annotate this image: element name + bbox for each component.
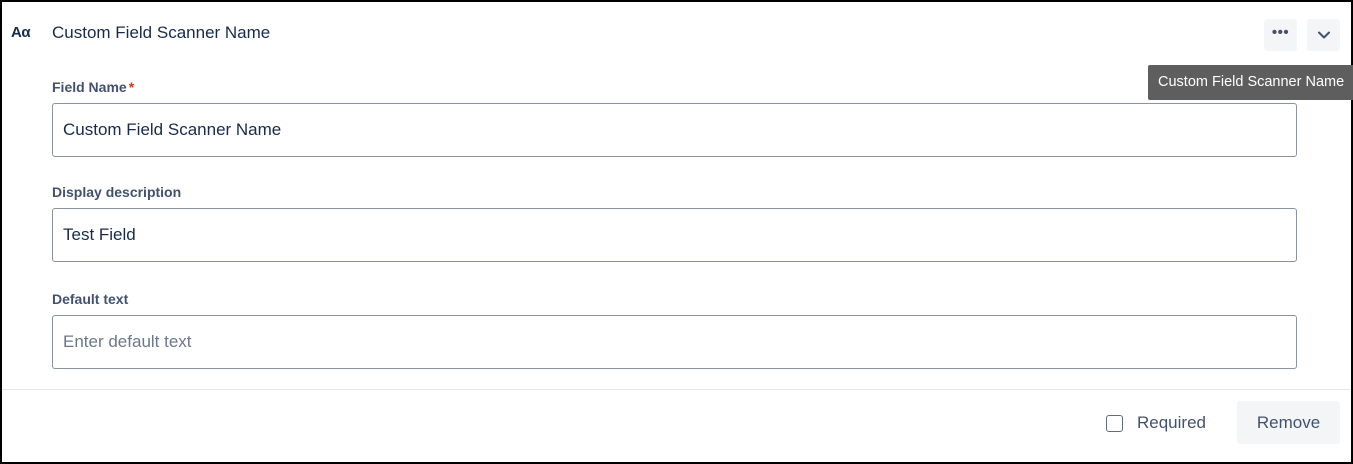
default-text-label: Default text — [52, 291, 129, 307]
remove-button[interactable]: Remove — [1237, 401, 1340, 444]
required-checkbox[interactable] — [1106, 415, 1123, 432]
custom-field-card: Aα Custom Field Scanner Name ••• Custom … — [0, 0, 1353, 464]
more-icon: ••• — [1271, 23, 1290, 41]
default-text-input[interactable]: Enter default text — [52, 315, 1297, 369]
default-text-placeholder: Enter default text — [63, 332, 192, 351]
card-title: Custom Field Scanner Name — [52, 23, 271, 42]
more-actions-button[interactable]: ••• — [1264, 19, 1297, 51]
tooltip: Custom Field Scanner Name — [1148, 65, 1353, 100]
chevron-down-icon — [1317, 31, 1330, 39]
field-name-label-text: Field Name — [52, 79, 127, 95]
field-name-label: Field Name * — [52, 79, 134, 95]
text-type-icon: Aα — [11, 24, 31, 41]
card-header: Aα Custom Field Scanner Name ••• — [2, 2, 1351, 66]
required-label[interactable]: Required — [1137, 413, 1206, 433]
display-description-input[interactable]: Test Field — [52, 208, 1297, 262]
footer-divider — [2, 389, 1351, 390]
field-name-value: Custom Field Scanner Name — [63, 120, 282, 139]
display-description-value: Test Field — [63, 225, 136, 244]
collapse-button[interactable] — [1307, 19, 1340, 51]
display-description-label: Display description — [52, 184, 182, 200]
required-asterisk: * — [128, 79, 135, 95]
field-name-input[interactable]: Custom Field Scanner Name — [52, 103, 1297, 157]
